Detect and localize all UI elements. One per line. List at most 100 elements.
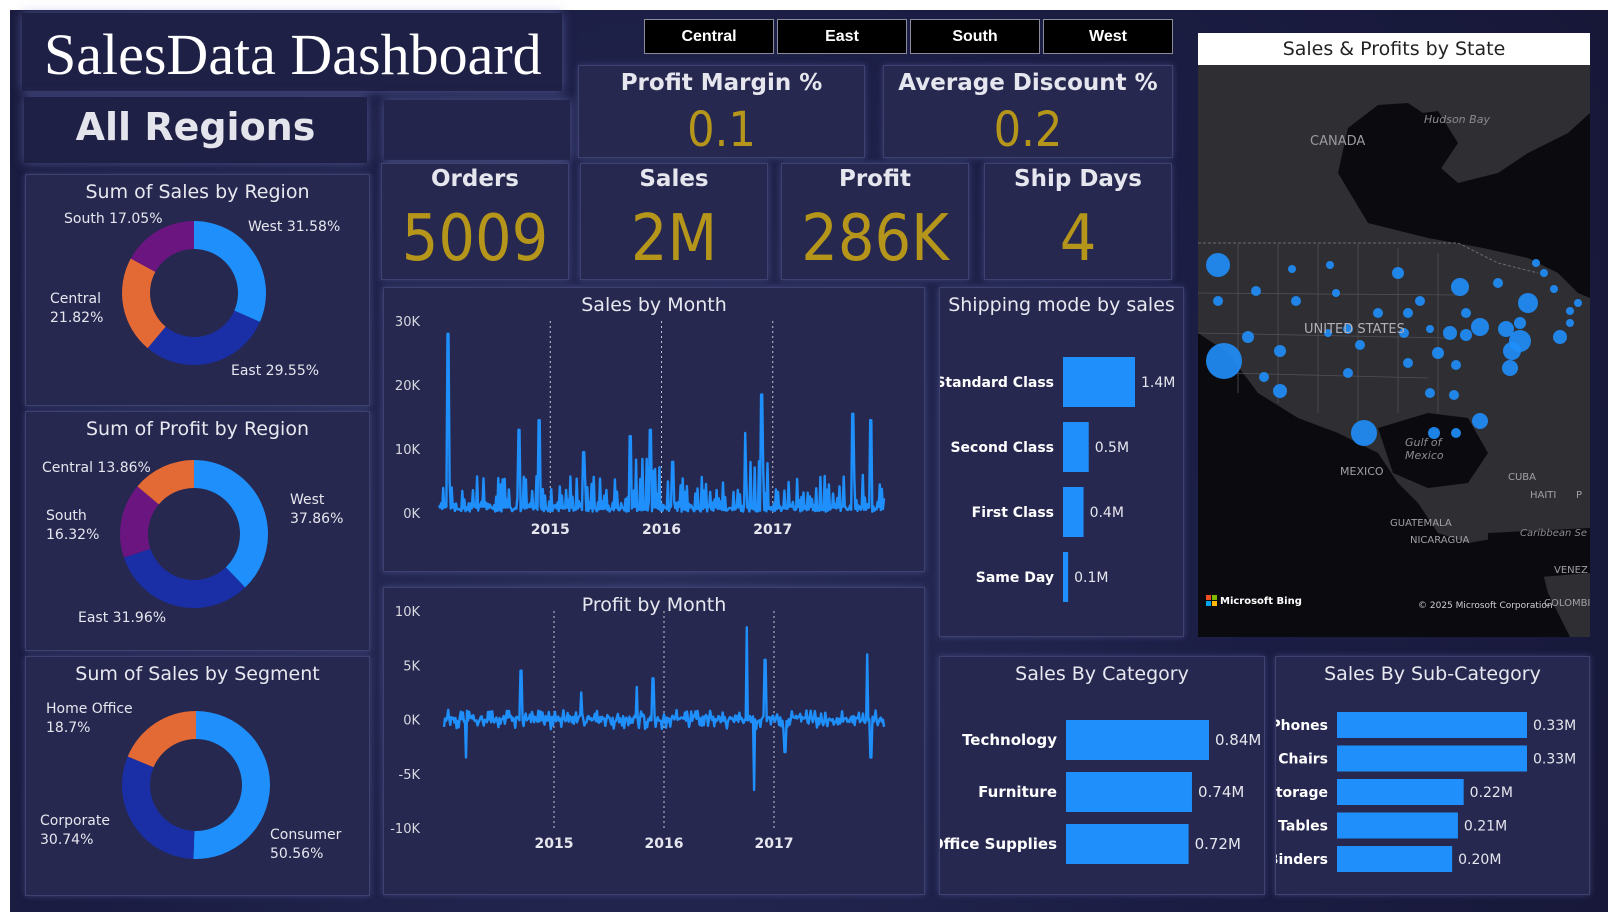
category-label: Phones <box>1276 718 1328 734</box>
x-tick-label: 2016 <box>642 522 681 538</box>
state-bubble <box>1471 318 1489 336</box>
category-label: Tables <box>1278 819 1328 835</box>
state-bubble <box>1574 299 1582 307</box>
tab-west[interactable]: West <box>1043 19 1173 54</box>
donut-slice-corporate <box>121 756 195 859</box>
slice-percent: 30.74% <box>40 832 93 848</box>
slice-label: South 17.05% <box>64 211 163 227</box>
state-bubble <box>1426 325 1434 333</box>
category-label: Binders <box>1276 852 1328 868</box>
map-label-hudson-bay: Hudson Bay <box>1424 113 1490 126</box>
region-title: All Regions <box>75 105 316 149</box>
x-tick-label: 2015 <box>531 522 570 538</box>
state-bubble <box>1566 319 1574 327</box>
kpi-value: 0.2 <box>993 102 1063 158</box>
sales-by-month-chart: 30K 20K 10K 0K 2015 2016 2017 <box>395 315 886 538</box>
state-bubble <box>1403 358 1413 368</box>
y-tick-label: 30K <box>395 315 421 330</box>
data-label: 0.22M <box>1470 785 1513 801</box>
kpi-label: Profit <box>838 166 912 192</box>
tab-east[interactable]: East <box>777 19 907 54</box>
data-label: 0.21M <box>1464 819 1507 835</box>
kpi-value: 0.1 <box>687 102 756 158</box>
bar <box>1337 779 1464 805</box>
state-bubble <box>1373 308 1383 318</box>
map-label-p: P <box>1576 490 1582 501</box>
state-bubble <box>1553 330 1567 344</box>
state-bubble <box>1242 331 1254 343</box>
category-label: Chairs <box>1278 752 1328 768</box>
slice-label: West 31.58% <box>248 219 340 235</box>
sales-by-month-panel: Sales by Month 30K 20K 10K 0K 2015 2016 2017 <box>383 287 925 572</box>
tab-central[interactable]: Central <box>644 19 774 54</box>
bar <box>1066 720 1209 760</box>
kpi-label: Sales <box>639 166 709 192</box>
shipping-mode-panel: Shipping mode by sales Standard Class 1.4… <box>939 287 1184 637</box>
bar <box>1063 487 1084 537</box>
state-bubble <box>1355 340 1365 350</box>
state-bubble <box>1472 413 1488 429</box>
bar <box>1066 824 1189 864</box>
donut-slice-west <box>194 221 266 322</box>
state-bubble <box>1509 330 1531 352</box>
x-tick-label: 2017 <box>753 522 792 538</box>
kpi-label: Ship Days <box>1014 166 1142 192</box>
state-bubble <box>1449 390 1459 400</box>
data-label: 0.72M <box>1195 835 1241 853</box>
category-label: Technology <box>962 731 1057 749</box>
category-label: Same Day <box>976 570 1054 586</box>
state-bubble <box>1518 293 1538 313</box>
slice-percent: 50.56% <box>270 846 323 862</box>
slice-percent: 16.32% <box>46 527 99 543</box>
category-label: Office Supplies <box>940 835 1057 853</box>
state-bubble <box>1273 384 1287 398</box>
kpi-value: 286K <box>801 202 949 276</box>
map-label-united-states: UNITED STATES <box>1304 322 1405 337</box>
slice-label: South <box>46 508 87 524</box>
sales-by-subcategory-chart: Phones 0.33M Chairs 0.33M Storage 0.22M Tables… <box>1276 712 1576 872</box>
donut-sales-segment-panel: Sum of Sales by Segment Consumer 50.56% Co… <box>25 656 370 896</box>
donut-slice-west <box>194 460 268 588</box>
bar <box>1066 772 1192 812</box>
map-label-cuba: CUBA <box>1508 472 1536 483</box>
state-bubble <box>1274 345 1286 357</box>
x-tick-label: 2017 <box>755 836 794 852</box>
state-bubble <box>1251 286 1261 296</box>
data-label: 0.33M <box>1533 752 1576 768</box>
donut-sales-by-region: West 31.58% East 29.55% Central 21.82% South… <box>50 211 340 379</box>
state-bubble <box>1514 317 1526 329</box>
page-title: SalesData Dashboard <box>44 22 542 87</box>
microsoft-logo-icon <box>1206 595 1217 606</box>
y-tick-label: 20K <box>395 379 421 394</box>
kpi-profit: Profit 286K <box>781 163 969 280</box>
state-bubble <box>1461 308 1471 318</box>
donut-sales-region-panel: Sum of Sales by Region West 31.58% East 2… <box>25 174 370 406</box>
kpi-value: 4 <box>1059 202 1097 276</box>
category-label: Standard Class <box>940 375 1054 391</box>
slice-label: West <box>290 492 325 508</box>
donut-slice-east <box>123 548 246 608</box>
data-label: 0.4M <box>1090 505 1124 521</box>
tab-south[interactable]: South <box>910 19 1040 54</box>
donut-slice-home-office <box>127 711 196 768</box>
state-bubble <box>1502 360 1518 376</box>
slice-label: Consumer <box>270 827 342 843</box>
bar <box>1063 422 1089 472</box>
sales-profit-map[interactable]: Sales & Profits by State CANADA Hudson B… <box>1198 33 1590 637</box>
state-bubble <box>1451 428 1461 438</box>
kpi-value: 2M <box>630 202 718 276</box>
slice-label: East 31.96% <box>78 610 166 626</box>
x-tick-label: 2015 <box>535 836 574 852</box>
kpi-orders: Orders 5009 <box>381 163 569 280</box>
sales-by-subcategory-panel: Sales By Sub-Category Phones 0.33M Chairs 0… <box>1275 656 1590 895</box>
kpi-average-discount: Average Discount % 0.2 <box>883 65 1173 158</box>
y-tick-label: -5K <box>399 768 421 783</box>
map-copyright: © 2025 Microsoft Corporation <box>1418 601 1553 611</box>
y-tick-label: -10K <box>390 822 420 837</box>
map-label-mexico: MEXICO <box>1340 465 1384 478</box>
kpi-label: Orders <box>431 166 519 192</box>
map-label-caribbean: Caribbean Se <box>1520 528 1587 539</box>
bar <box>1337 745 1527 772</box>
map-canvas[interactable]: CANADA Hudson Bay UNITED STATES Gulf of … <box>1198 33 1590 637</box>
state-bubble <box>1540 269 1548 277</box>
